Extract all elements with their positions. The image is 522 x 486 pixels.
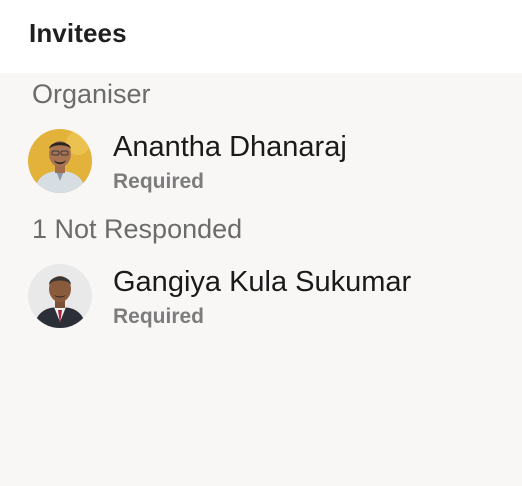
avatar	[28, 264, 92, 328]
invitees-panel: Organiser Anantha Dhanaraj Required 1 No…	[0, 73, 522, 486]
invitee-name: Gangiya Kula Sukumar	[113, 266, 412, 298]
invitee-row[interactable]: Anantha Dhanaraj Required	[28, 129, 498, 195]
invitee-name: Anantha Dhanaraj	[113, 131, 347, 163]
avatar	[28, 129, 92, 193]
invitee-row[interactable]: Gangiya Kula Sukumar Required	[28, 264, 498, 330]
invitee-status: Required	[113, 305, 205, 328]
section-label-organiser: Organiser	[32, 79, 151, 109]
invitees-header: Invitees	[0, 0, 522, 73]
section-label-not-responded: 1 Not Responded	[32, 214, 243, 244]
invitee-status: Required	[113, 170, 205, 193]
invitees-title: Invitees	[29, 18, 127, 48]
